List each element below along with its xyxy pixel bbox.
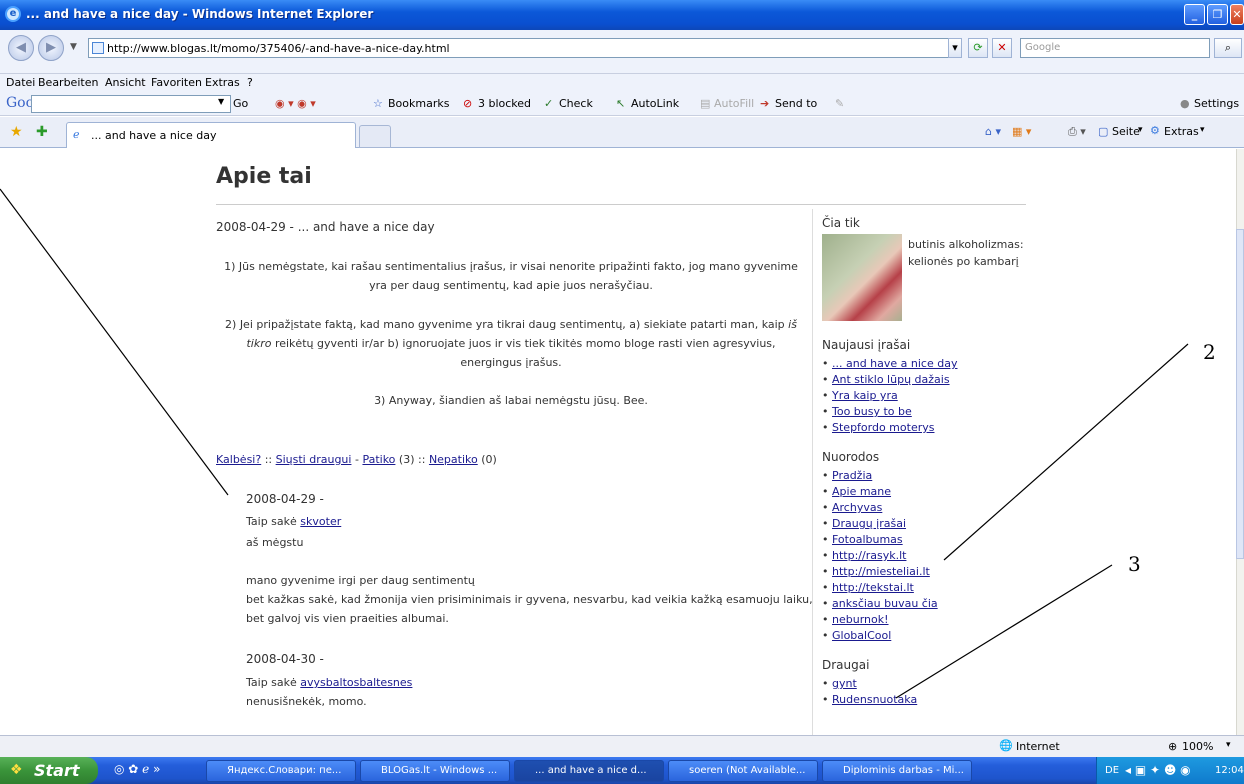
windows-logo-icon: ❖ xyxy=(10,762,23,778)
zoom-level[interactable]: 100% xyxy=(1182,740,1213,753)
ie-icon: e xyxy=(5,6,21,22)
page-icon xyxy=(92,42,104,54)
search-icon[interactable]: ⌕ xyxy=(1214,38,1242,58)
stop-icon[interactable]: ✕ xyxy=(992,38,1012,58)
taskbar-item[interactable]: BLOGas.lt - Windows ... xyxy=(360,760,510,782)
sendto-button[interactable]: Send to xyxy=(775,97,817,110)
tab-bar: ★ ✚ ℯ ... and have a nice day ⌂ ▾ ▦ ▾ ⎙ … xyxy=(0,117,1244,148)
address-toolbar: ◀ ▶ ▼ http://www.blogas.lt/momo/375406/-… xyxy=(0,30,1244,74)
new-tab-button[interactable] xyxy=(359,125,391,148)
taskbar-item[interactable]: soeren (Not Available... xyxy=(668,760,818,782)
zone-label: Internet xyxy=(1016,740,1060,753)
check-button[interactable]: Check xyxy=(559,97,593,110)
print-icon[interactable]: ⎙ ▾ xyxy=(1068,125,1086,139)
autofill-icon: ▤ xyxy=(700,97,711,110)
popup-blocker-icon: ⊘ xyxy=(463,97,473,110)
add-favorite-icon[interactable]: ✚ xyxy=(36,124,48,140)
google-dropdown-icon[interactable]: ▼ xyxy=(218,97,224,106)
go-button[interactable]: Go xyxy=(233,97,248,110)
taskbar-item-active[interactable]: ... and have a nice d... xyxy=(514,760,664,782)
tab-active[interactable]: ℯ ... and have a nice day xyxy=(66,122,356,148)
extras-gear-icon: ⚙ xyxy=(1150,124,1160,137)
menu-help[interactable]: ? xyxy=(247,76,253,89)
quicklaunch-icons[interactable]: ◎ ✿ ℯ » xyxy=(114,762,160,776)
menu-datei[interactable]: Datei xyxy=(6,76,35,89)
annotation-line-1 xyxy=(0,188,229,496)
history-dropdown-icon[interactable]: ▼ xyxy=(70,42,77,52)
clock: 12:04 xyxy=(1215,765,1244,776)
autofill-button[interactable]: AutoFill xyxy=(714,97,754,110)
seite-button[interactable]: Seite xyxy=(1112,125,1140,138)
address-input[interactable]: http://www.blogas.lt/momo/375406/-and-ha… xyxy=(88,38,956,58)
annotation-overlay xyxy=(0,188,1189,699)
menu-bearbeiten[interactable]: Bearbeiten xyxy=(38,76,98,89)
feeds-icon[interactable]: ▦ ▾ xyxy=(1012,125,1031,138)
start-label: Start xyxy=(34,761,80,780)
bookmarks-button[interactable]: Bookmarks xyxy=(388,97,449,110)
star-icon: ☆ xyxy=(373,97,383,110)
seite-dropdown-icon[interactable]: ▾ xyxy=(1138,125,1143,135)
tab-page-icon: ℯ xyxy=(73,128,80,141)
taskbar: Start ❖ ◎ ✿ ℯ » Яндекс.Словари: пе... BL… xyxy=(0,757,1244,784)
forward-button[interactable]: ▶ xyxy=(38,35,64,61)
google-search-input[interactable] xyxy=(31,95,231,113)
menu-ansicht[interactable]: Ansicht xyxy=(105,76,146,89)
tab-active-label: ... and have a nice day xyxy=(91,129,217,142)
minimize-button[interactable]: _ xyxy=(1184,4,1205,25)
search-input[interactable]: Google xyxy=(1020,38,1210,58)
language-indicator[interactable]: DE xyxy=(1105,765,1119,776)
page-content: Apie tai 2008-04-29 - ... and have a nic… xyxy=(0,149,1244,735)
close-button[interactable]: ✕ xyxy=(1230,4,1244,25)
blocked-button[interactable]: 3 blocked xyxy=(478,97,531,110)
taskbar-item[interactable]: Diplominis darbas - Mi... xyxy=(822,760,972,782)
internet-zone-icon: 🌐 xyxy=(999,739,1013,752)
zoom-icon: ⊕ xyxy=(1168,740,1178,753)
extras-dropdown-icon[interactable]: ▾ xyxy=(1200,125,1205,135)
status-bar: 🌐 Internet ⊕ 100% ▾ xyxy=(0,735,1244,757)
google-toolbar: Google ▼ Go ◉ ▾ ◉ ▾ ☆ Bookmarks ⊘ 3 bloc… xyxy=(0,92,1244,116)
toolbar-icons[interactable]: ◉ ▾ ◉ ▾ xyxy=(275,97,316,110)
annotation-label-3: 3 xyxy=(1128,552,1141,576)
sendto-icon: ➔ xyxy=(760,97,770,110)
menu-bar: Datei Bearbeiten Ansicht Favoriten Extra… xyxy=(0,74,1244,92)
extras-button[interactable]: Extras xyxy=(1164,125,1199,138)
menu-favoriten[interactable]: Favoriten xyxy=(151,76,202,89)
zoom-dropdown-icon[interactable]: ▾ xyxy=(1226,740,1231,750)
autolink-button[interactable]: AutoLink xyxy=(631,97,679,110)
scrollbar-thumb[interactable] xyxy=(1236,229,1244,559)
back-button[interactable]: ◀ xyxy=(8,35,34,61)
annotation-line-3 xyxy=(895,564,1113,699)
tray-icons[interactable]: ◂ ▣ ✦ ☻ ◉ xyxy=(1125,763,1191,777)
favorites-star-icon[interactable]: ★ xyxy=(10,124,23,140)
pencil-icon: ✎ xyxy=(835,97,845,110)
annotation-label-2: 2 xyxy=(1203,340,1216,364)
spellcheck-icon: ✓ xyxy=(544,97,554,110)
annotation-line-2 xyxy=(943,343,1189,561)
settings-button[interactable]: Settings xyxy=(1194,97,1239,110)
settings-icon: ● xyxy=(1180,97,1190,110)
refresh-icon[interactable]: ⟳ xyxy=(968,38,988,58)
menu-extras[interactable]: Extras xyxy=(205,76,240,89)
address-dropdown-button[interactable]: ▾ xyxy=(948,38,962,58)
window-title: ... and have a nice day - Windows Intern… xyxy=(26,7,374,21)
autolink-icon: ↖ xyxy=(616,97,626,110)
address-url: http://www.blogas.lt/momo/375406/-and-ha… xyxy=(107,42,450,55)
maximize-button[interactable]: ❐ xyxy=(1207,4,1228,25)
home-icon[interactable]: ⌂ ▾ xyxy=(985,125,1001,138)
system-tray: DE ◂ ▣ ✦ ☻ ◉ 12:04 xyxy=(1096,757,1244,784)
page-icon: ▢ xyxy=(1098,125,1109,138)
title-bar[interactable]: e ... and have a nice day - Windows Inte… xyxy=(0,0,1244,30)
taskbar-item[interactable]: Яндекс.Словари: пе... xyxy=(206,760,356,782)
